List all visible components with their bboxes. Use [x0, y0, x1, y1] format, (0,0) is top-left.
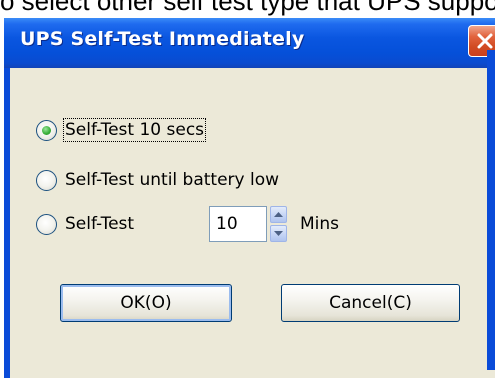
arrow-down-icon: [274, 231, 283, 236]
window-border-right: [487, 50, 495, 370]
minutes-spinner[interactable]: [270, 206, 287, 242]
cancel-button-label: Cancel(C): [329, 293, 412, 313]
close-x-icon: [477, 33, 493, 49]
background-text: o select other self test type that UPS s…: [0, 0, 495, 16]
dialog-title: UPS Self-Test Immediately: [20, 28, 305, 50]
ok-button[interactable]: OK(O): [60, 284, 232, 322]
option-label: Self-Test 10 secs: [62, 118, 207, 142]
option-label: Self-Test: [65, 214, 135, 234]
ok-button-label: OK(O): [120, 293, 172, 313]
option-self-test-minutes[interactable]: Self-Test: [36, 210, 134, 238]
radio-button[interactable]: [36, 213, 57, 235]
option-self-test-until-battery-low[interactable]: Self-Test until battery low: [36, 166, 279, 194]
radio-button[interactable]: [36, 169, 57, 191]
option-self-test-10-secs[interactable]: Self-Test 10 secs: [36, 116, 207, 144]
minutes-unit-label: Mins: [300, 214, 340, 234]
option-label: Self-Test until battery low: [65, 170, 280, 190]
self-test-dialog: UPS Self-Test Immediately: [4, 18, 495, 378]
dialog-titlebar[interactable]: UPS Self-Test Immediately: [4, 18, 495, 68]
cancel-button[interactable]: Cancel(C): [281, 284, 460, 322]
minutes-input[interactable]: [209, 206, 267, 242]
spin-down-button[interactable]: [270, 225, 287, 242]
spin-up-button[interactable]: [270, 206, 287, 223]
radio-button[interactable]: [36, 119, 57, 141]
arrow-up-icon: [274, 212, 283, 217]
